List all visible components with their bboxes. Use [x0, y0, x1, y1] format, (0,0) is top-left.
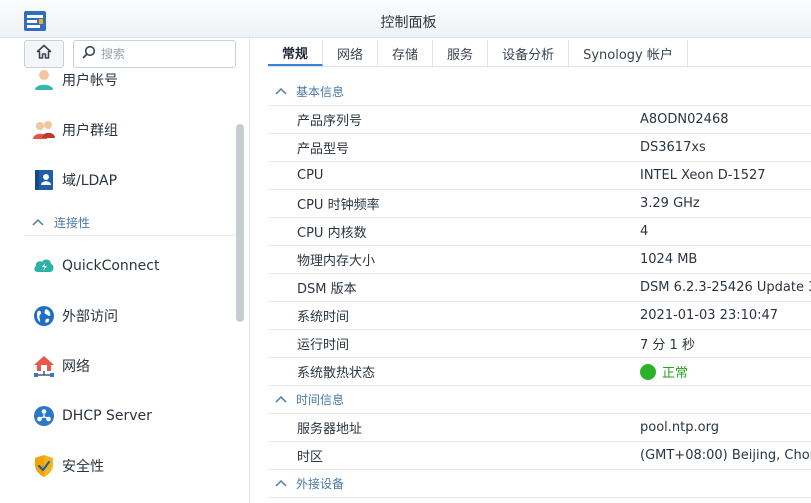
info-value: 1024 MB — [640, 252, 698, 267]
info-key: 服务器地址 — [297, 422, 363, 437]
sidebar-scrollbar[interactable] — [236, 124, 244, 322]
info-row: 产品型号 DS3617xs — [268, 134, 811, 162]
info-key: DSM 版本 — [297, 282, 357, 297]
chevron-up-icon — [275, 84, 289, 99]
info-row: 产品序列号 A8ODN02468 — [268, 106, 811, 134]
info-row: CPU INTEL Xeon D-1527 — [268, 162, 811, 190]
info-row: 时区 (GMT+08:00) Beijing, Chongqing, Hong … — [268, 442, 811, 470]
sidebar-item-label: 用户群组 — [62, 123, 118, 139]
user-icon — [30, 66, 58, 94]
sidebar-item-label: 外部访问 — [62, 309, 118, 325]
domain-ldap-icon — [30, 166, 58, 194]
section-title: 时间信息 — [296, 393, 345, 407]
window-title: 控制面板 — [380, 15, 437, 31]
security-shield-icon — [30, 452, 58, 480]
tab-device-analytics[interactable]: 设备分析 — [488, 40, 570, 66]
status-text: 正常 — [662, 366, 689, 381]
section-external-devices[interactable]: 外接设备 — [268, 470, 811, 498]
info-key: 物理内存大小 — [297, 254, 376, 269]
sidebar-item-user-account[interactable]: 用户帐号 — [24, 60, 236, 100]
sidebar-item-user-group[interactable]: 用户群组 — [24, 110, 236, 150]
tab-synology-account[interactable]: Synology 帐户 — [569, 40, 688, 66]
sidebar-item-label: DHCP Server — [62, 408, 152, 424]
info-value: A8ODN02468 — [640, 112, 729, 127]
section-title: 基本信息 — [296, 85, 345, 99]
info-row: 运行时间 7 分 1 秒 — [268, 330, 811, 358]
info-value: DS3617xs — [640, 140, 706, 155]
info-value: 3.29 GHz — [640, 196, 700, 211]
info-key: CPU 时钟频率 — [297, 198, 380, 213]
info-key: 运行时间 — [297, 338, 350, 353]
info-key: CPU — [297, 168, 324, 183]
info-row: DSM 版本 DSM 6.2.3-25426 Update 3 — [268, 274, 811, 302]
info-row: 系统时间 2021-01-03 23:10:47 — [268, 302, 811, 330]
section-title: 外接设备 — [296, 477, 345, 491]
info-value: 7 分 1 秒 — [640, 338, 695, 353]
sidebar-item-label: 域/LDAP — [62, 173, 118, 189]
sidebar-item-label: QuickConnect — [62, 258, 160, 274]
info-value: 2021-01-03 23:10:47 — [640, 308, 779, 323]
tab-divider — [268, 66, 811, 67]
section-time-info[interactable]: 时间信息 — [268, 386, 811, 414]
sidebar-item-label: 用户帐号 — [62, 73, 118, 89]
info-key: 系统散热状态 — [297, 366, 376, 381]
info-value: (GMT+08:00) Beijing, Chongqing, Hong Kon… — [640, 448, 811, 463]
info-key: CPU 内核数 — [297, 226, 367, 241]
status-ok-icon — [640, 363, 656, 380]
sidebar-group-connectivity[interactable]: 连接性 — [24, 210, 236, 236]
sidebar-item-dhcp-server[interactable]: DHCP Server — [24, 396, 236, 436]
thermal-status-value: 正常 — [640, 362, 688, 381]
info-row: CPU 内核数 4 — [268, 218, 811, 246]
sidebar-item-external-access[interactable]: 外部访问 — [24, 296, 236, 336]
info-key: 时区 — [297, 450, 324, 465]
section-basic-info[interactable]: 基本信息 — [268, 78, 811, 106]
external-access-icon — [30, 302, 58, 330]
tab-storage[interactable]: 存储 — [378, 40, 434, 66]
info-value: 4 — [640, 224, 649, 239]
search-input[interactable] — [101, 47, 221, 61]
info-value: pool.ntp.org — [640, 420, 719, 435]
info-key: 产品序列号 — [297, 114, 363, 129]
info-row: 服务器地址 pool.ntp.org — [268, 414, 811, 442]
sidebar-item-label: 安全性 — [62, 459, 104, 475]
info-value: INTEL Xeon D-1527 — [640, 168, 766, 183]
info-row: 物理内存大小 1024 MB — [268, 246, 811, 274]
window-titlebar: 控制面板 — [0, 0, 811, 38]
sidebar-item-label: 网络 — [62, 359, 90, 375]
info-value: DSM 6.2.3-25426 Update 3 — [640, 280, 811, 295]
info-key: 系统时间 — [297, 310, 350, 325]
tab-general[interactable]: 常规 — [268, 40, 324, 66]
sidebar-item-network[interactable]: 网络 — [24, 346, 236, 386]
sidebar-item-quickconnect[interactable]: QuickConnect — [24, 246, 236, 286]
quickconnect-icon — [30, 252, 58, 280]
info-row: CPU 时钟频率 3.29 GHz — [268, 190, 811, 218]
info-key: 产品型号 — [297, 142, 350, 157]
tab-network[interactable]: 网络 — [323, 40, 379, 66]
group-label: 连接性 — [54, 216, 91, 230]
chevron-up-icon — [32, 215, 46, 230]
dhcp-server-icon — [30, 402, 58, 430]
chevron-up-icon — [275, 476, 289, 491]
sidebar-item-security[interactable]: 安全性 — [24, 446, 236, 486]
info-row: 系统散热状态 正常 — [268, 358, 811, 386]
user-group-icon — [30, 116, 58, 144]
tab-bar: 常规 网络 存储 服务 设备分析 Synology 帐户 — [268, 38, 811, 66]
tab-services[interactable]: 服务 — [433, 40, 489, 66]
general-info-panel: 基本信息 产品序列号 A8ODN02468 产品型号 DS3617xs CPU … — [268, 78, 811, 503]
chevron-up-icon — [275, 392, 289, 407]
sidebar: 用户帐号 用户群组 域/LDAP 连接性 — [0, 38, 250, 503]
network-icon — [30, 352, 58, 380]
sidebar-item-domain-ldap[interactable]: 域/LDAP — [24, 160, 236, 200]
